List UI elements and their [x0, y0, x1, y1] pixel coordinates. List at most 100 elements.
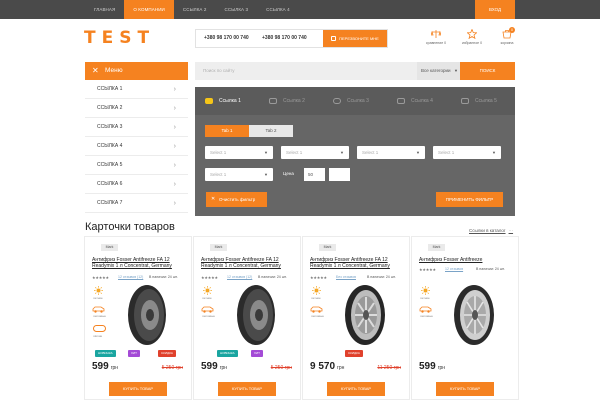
- buy-button[interactable]: Купить товар: [436, 382, 494, 396]
- caret-down-icon: ▼: [492, 150, 496, 155]
- reviews-link[interactable]: 12 отзывов: [445, 267, 463, 271]
- login-button[interactable]: Вход: [475, 0, 515, 19]
- caret-down-icon: ▼: [454, 68, 458, 73]
- price-currency: грн: [337, 365, 345, 371]
- badge-new: Новинка: [95, 350, 116, 357]
- chevron-right-icon: ›: [173, 181, 176, 188]
- old-price: 5 250 грн: [161, 365, 183, 371]
- rating-stars-icon: ★★★★★: [92, 275, 109, 280]
- buy-button[interactable]: Купить товар: [109, 382, 167, 396]
- top-nav-link-2[interactable]: Ссылка 2: [174, 0, 216, 19]
- sidebar-item-1[interactable]: Ссылка 1 ›: [85, 80, 188, 99]
- top-nav-home[interactable]: Главная: [85, 0, 124, 19]
- sidebar-item-5[interactable]: Ссылка 5 ›: [85, 156, 188, 175]
- price-to-input[interactable]: [329, 168, 350, 181]
- top-nav-link-3[interactable]: Ссылка 3: [216, 0, 258, 19]
- caret-down-icon: ▼: [340, 150, 344, 155]
- sidebar-menu-header[interactable]: ✕ Меню: [85, 62, 188, 80]
- reviews-link[interactable]: Без отзывов: [336, 275, 356, 279]
- compare-link[interactable]: сравнение 0: [424, 29, 448, 51]
- price-currency: грн: [437, 365, 446, 371]
- sidebar-item-label: Ссылка 6: [97, 181, 123, 187]
- car-icon: [92, 306, 105, 313]
- sun-icon: [312, 286, 321, 295]
- catalog-link[interactable]: Ссылки в каталог ···: [469, 228, 513, 233]
- search-button[interactable]: Поиск: [460, 62, 515, 80]
- caret-down-icon: ▼: [264, 172, 268, 177]
- rating-stars-icon: ★★★★★: [419, 267, 436, 272]
- extra-label: лёгкие: [93, 334, 103, 338]
- vehicle-label: легковые: [420, 314, 433, 318]
- tire-image[interactable]: [117, 283, 177, 347]
- buy-button-label: Купить товар: [449, 386, 481, 391]
- filter-select-value: Select 1: [438, 150, 455, 155]
- product-card: Mark Антифриз Fosser Antifreeze FA 12 Re…: [302, 236, 410, 400]
- tire-image[interactable]: [226, 283, 286, 347]
- sidebar-item-7[interactable]: Ссылка 7 ›: [85, 194, 188, 213]
- filter-subtab-2[interactable]: Tab 2: [249, 125, 293, 137]
- car-icon: [310, 306, 323, 313]
- sidebar-item-label: Ссылка 5: [97, 162, 123, 168]
- calendar-icon: [461, 98, 469, 104]
- sidebar-item-2[interactable]: Ссылка 2 ›: [85, 99, 188, 118]
- close-icon[interactable]: ✕: [92, 62, 99, 80]
- search-input[interactable]: Поиск по сайту: [203, 62, 235, 80]
- sidebar-item-label: Ссылка 3: [97, 124, 123, 130]
- buy-button[interactable]: Купить товар: [218, 382, 276, 396]
- apply-filter-button[interactable]: Применить фильтр: [436, 192, 503, 207]
- category-select[interactable]: Все категории ▼: [417, 62, 462, 80]
- old-price: 11 250 грн: [377, 365, 401, 371]
- cart-link[interactable]: 0 корзина: [495, 27, 519, 51]
- season-label: летние: [420, 296, 430, 300]
- filter-tab-label: Ссылка 3: [347, 98, 369, 104]
- favorites-link[interactable]: избранное 0: [460, 29, 484, 51]
- caret-down-icon: ▼: [264, 150, 268, 155]
- filter-tab-1[interactable]: Ссылка 1: [195, 87, 259, 115]
- season-label: летние: [311, 296, 321, 300]
- top-nav-link-4[interactable]: Ссылка 4: [257, 0, 299, 19]
- filter-subtab-1[interactable]: Tab 1: [205, 125, 249, 137]
- filter-select-4[interactable]: Select 1 ▼: [433, 146, 501, 159]
- phone-number-1[interactable]: +380 98 170 00 740: [204, 30, 249, 47]
- product-price: 9 570 грн: [310, 361, 344, 372]
- phone-number-2[interactable]: +380 98 170 00 740: [262, 30, 307, 47]
- site-logo[interactable]: TEST: [84, 28, 155, 48]
- sidebar-menu: Ссылка 1 › Ссылка 2 › Ссылка 3 › Ссылка 4 › …: [85, 80, 188, 213]
- category-select-value: Все категории: [421, 68, 451, 73]
- reviews-link[interactable]: 12 отзывов (12): [118, 275, 143, 279]
- product-name[interactable]: Антифриз Fosser Antifreeze FA 12 Readymi…: [310, 257, 406, 270]
- sidebar-item-3[interactable]: Ссылка 3 ›: [85, 118, 188, 137]
- product-name[interactable]: Антифриз Fosser Antifreeze: [419, 257, 515, 263]
- chevron-right-icon: ›: [173, 143, 176, 150]
- sidebar-item-4[interactable]: Ссылка 4 ›: [85, 137, 188, 156]
- filter-tab-5[interactable]: Ссылка 5: [451, 87, 515, 115]
- rating-stars-icon: ★★★★★: [201, 275, 218, 280]
- sidebar-item-6[interactable]: Ссылка 6 ›: [85, 175, 188, 194]
- filter-select-2[interactable]: Select 1 ▼: [281, 146, 349, 159]
- product-name[interactable]: Антифриз Fosser Antifreeze FA 12 Readymi…: [92, 257, 188, 270]
- tire-image[interactable]: [444, 283, 504, 347]
- product-price: 599 грн: [92, 361, 118, 372]
- filter-select-3[interactable]: Select 1 ▼: [357, 146, 425, 159]
- filter-select-5[interactable]: Select 1 ▼: [205, 168, 273, 181]
- tire-image[interactable]: [335, 283, 395, 347]
- badge-new: Новинка: [217, 350, 238, 357]
- chevron-right-icon: ›: [173, 105, 176, 112]
- filter-tab-label: Ссылка 4: [411, 98, 433, 104]
- filter-tab-4[interactable]: Ссылка 4: [387, 87, 451, 115]
- chevron-right-icon: ›: [173, 124, 176, 131]
- phone-box: +380 98 170 00 740 +380 98 170 00 740 Пе…: [195, 29, 388, 48]
- product-price: 599 грн: [201, 361, 227, 372]
- product-name[interactable]: Антифриз Fosser Antifreeze FA 12 Readymi…: [201, 257, 297, 270]
- reviews-link[interactable]: 12 отзывов (12): [227, 275, 252, 279]
- callback-button[interactable]: Перезвоните мне: [323, 30, 387, 47]
- filter-tab-3[interactable]: Ссылка 3: [323, 87, 387, 115]
- filter-select-1[interactable]: Select 1 ▼: [205, 146, 273, 159]
- filter-tab-2[interactable]: Ссылка 2: [259, 87, 323, 115]
- buy-button[interactable]: Купить товар: [327, 382, 385, 396]
- price-from-input[interactable]: 50: [304, 168, 325, 181]
- clear-filter-button[interactable]: ✕ Очистить фильтр: [206, 192, 267, 207]
- filter-tab-label: Ссылка 2: [283, 98, 305, 104]
- top-nav-about[interactable]: О компании: [124, 0, 174, 19]
- sidebar-item-label: Ссылка 7: [97, 200, 123, 206]
